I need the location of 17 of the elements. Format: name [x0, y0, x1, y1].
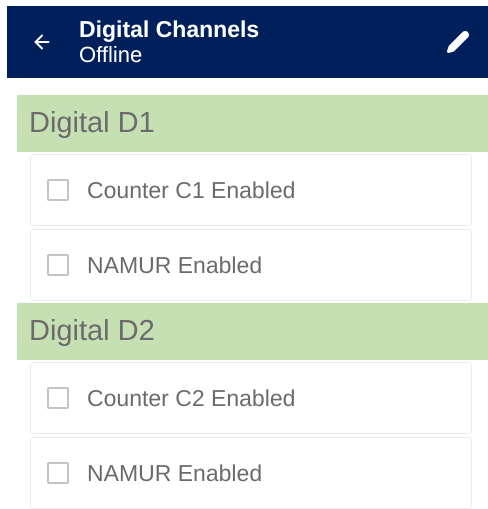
- checkbox-row[interactable]: NAMUR Enabled: [30, 437, 472, 509]
- checkbox-row[interactable]: NAMUR Enabled: [30, 229, 472, 301]
- checkbox[interactable]: [47, 462, 69, 484]
- edit-icon[interactable]: [446, 30, 470, 54]
- screen-title: Digital Channels: [79, 16, 260, 42]
- checkbox-label: NAMUR Enabled: [87, 250, 262, 280]
- checkbox-row[interactable]: Counter C1 Enabled: [30, 154, 472, 226]
- checkbox[interactable]: [47, 387, 69, 409]
- checkbox-label: NAMUR Enabled: [87, 458, 262, 488]
- checkbox[interactable]: [47, 254, 69, 276]
- checkbox[interactable]: [47, 179, 69, 201]
- section-header: Digital D1: [17, 95, 488, 152]
- checkbox-row[interactable]: Counter C2 Enabled: [30, 362, 472, 434]
- connection-status: Offline: [79, 42, 142, 68]
- checkbox-label: Counter C1 Enabled: [87, 176, 296, 205]
- section-header: Digital D2: [17, 303, 488, 360]
- checkbox-label: Counter C2 Enabled: [87, 384, 296, 413]
